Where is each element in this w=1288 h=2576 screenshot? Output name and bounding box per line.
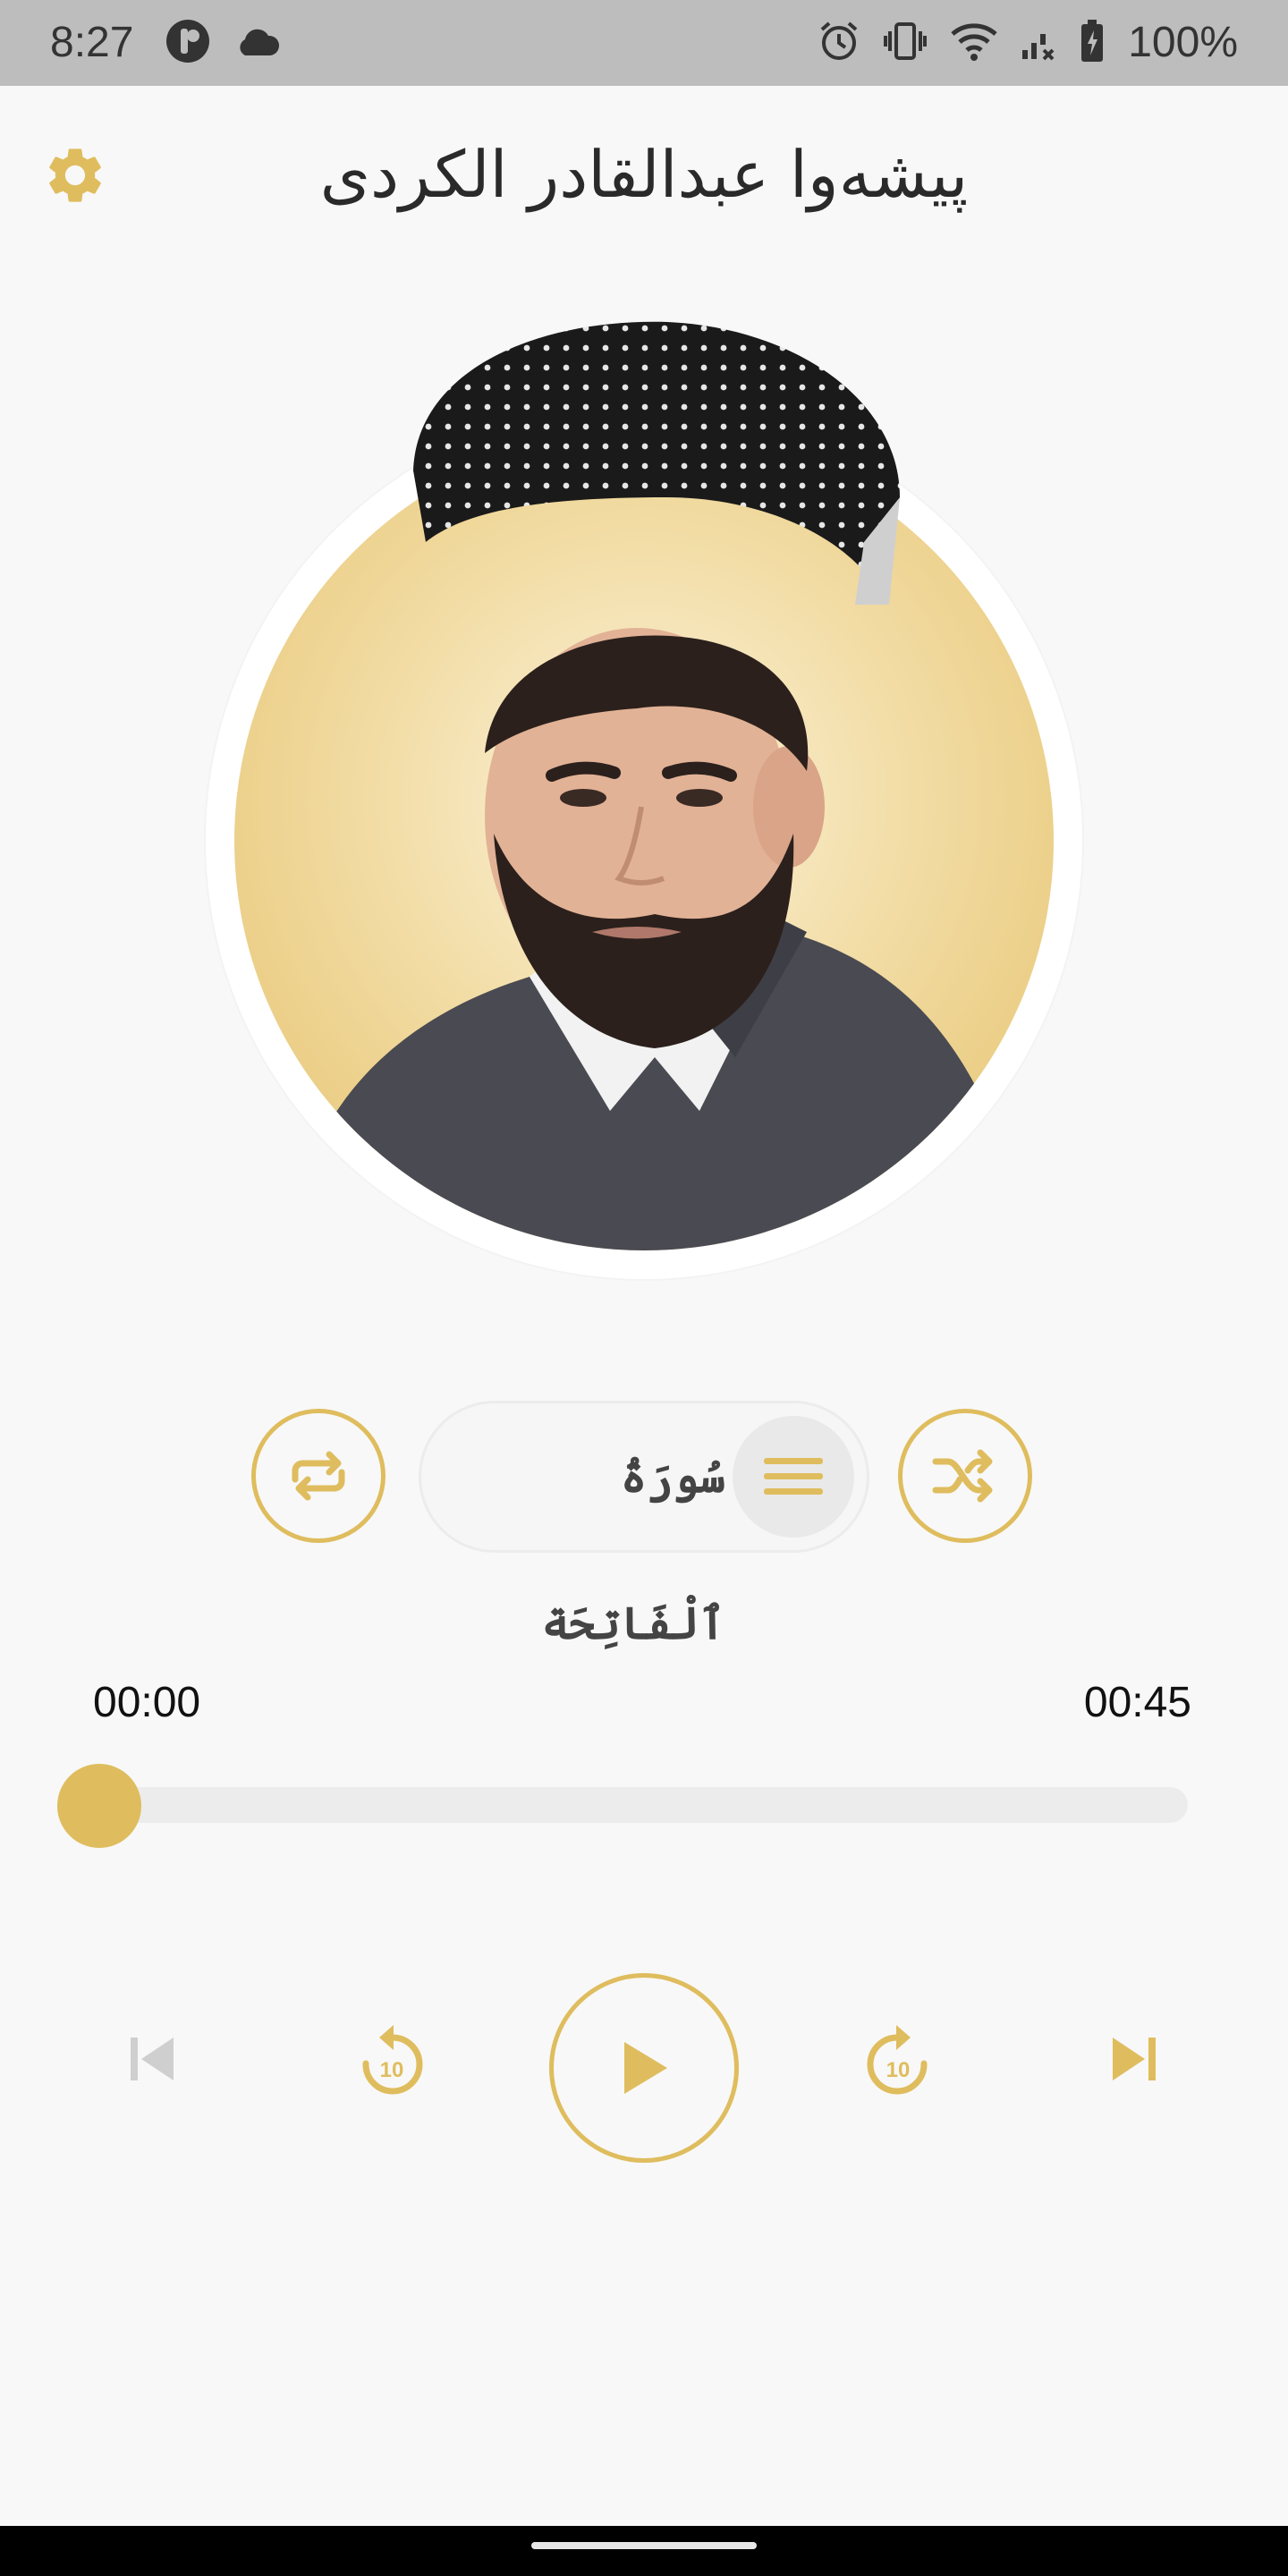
settings-button[interactable] xyxy=(39,140,111,211)
repeat-button[interactable] xyxy=(251,1409,386,1543)
surah-name: سُورَةُ ٱلْفَاتِحَة xyxy=(541,1450,725,1649)
skip-previous-icon xyxy=(131,2038,174,2080)
repeat-icon xyxy=(292,1451,345,1501)
forward-10-button[interactable]: 10 xyxy=(855,2018,941,2104)
gear-icon xyxy=(49,148,101,202)
vibrate-icon xyxy=(883,21,928,65)
rewind-10-button[interactable]: 10 xyxy=(349,2018,435,2104)
surah-selector[interactable]: سُورَةُ ٱلْفَاتِحَة xyxy=(419,1401,869,1649)
rewind-seconds: 10 xyxy=(380,2058,404,2082)
home-indicator[interactable] xyxy=(531,2542,757,2549)
status-right-icons: 100% xyxy=(818,18,1238,68)
rewind-10-icon: 10 xyxy=(362,2025,423,2095)
play-icon xyxy=(624,2042,667,2094)
surah-list-button[interactable] xyxy=(733,1416,854,1538)
seek-bar[interactable] xyxy=(98,1787,1188,1823)
forward-seconds: 10 xyxy=(886,2058,911,2082)
battery-icon xyxy=(1080,20,1105,66)
alarm-icon xyxy=(818,21,860,65)
app-notification-icon xyxy=(165,18,211,68)
system-nav-bar xyxy=(0,2526,1288,2576)
previous-button[interactable] xyxy=(116,2023,188,2095)
menu-icon xyxy=(764,1458,823,1495)
signal-icon xyxy=(1021,21,1056,64)
status-time: 8:27 xyxy=(50,19,134,66)
play-button[interactable] xyxy=(549,1973,739,2163)
next-button[interactable] xyxy=(1098,2023,1170,2095)
cloud-icon xyxy=(234,25,281,61)
skip-next-icon xyxy=(1113,2038,1156,2080)
wifi-icon xyxy=(951,21,997,64)
current-time: 00:00 xyxy=(93,1679,201,1726)
total-time: 00:45 xyxy=(1083,1679,1191,1726)
page-title: پیشەوا عبدالقادر الکردی xyxy=(319,137,969,212)
battery-percentage: 100% xyxy=(1128,19,1238,66)
status-bar: 8:27 100% xyxy=(0,0,1288,86)
forward-10-icon: 10 xyxy=(867,2025,928,2095)
reciter-hat xyxy=(413,321,900,605)
status-left-icons xyxy=(165,20,281,66)
shuffle-button[interactable] xyxy=(898,1409,1032,1543)
shuffle-icon xyxy=(932,1449,993,1503)
seek-thumb[interactable] xyxy=(57,1764,141,1848)
